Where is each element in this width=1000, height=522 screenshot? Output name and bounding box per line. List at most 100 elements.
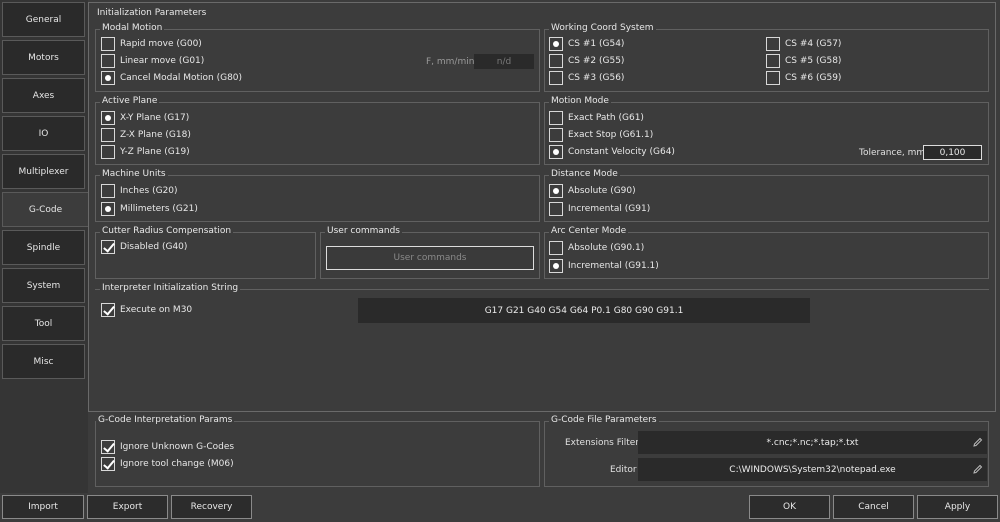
- tab-general[interactable]: General: [2, 2, 85, 37]
- import-button[interactable]: Import: [2, 495, 84, 519]
- radio-off-icon: [549, 241, 563, 255]
- radio-on-icon: [101, 202, 115, 216]
- rapid-move-radio[interactable]: Rapid move (G00): [101, 37, 202, 51]
- tab-io[interactable]: IO: [2, 116, 85, 151]
- execute-on-m30-checkbox[interactable]: Execute on M30: [101, 303, 192, 317]
- working-coord-system-title: Working Coord System: [549, 23, 656, 33]
- incremental-g91-1-radio[interactable]: Incremental (G91.1): [549, 259, 659, 273]
- ignore-unknown-gcodes-checkbox[interactable]: Ignore Unknown G-Codes: [101, 440, 234, 454]
- absolute-g90-1-label: Absolute (G90.1): [568, 243, 645, 253]
- constant-velocity-label: Constant Velocity (G64): [568, 147, 675, 157]
- cs5-label: CS #5 (G58): [785, 56, 842, 66]
- pencil-icon[interactable]: [973, 464, 983, 474]
- apply-button[interactable]: Apply: [917, 495, 998, 519]
- cs3-radio[interactable]: CS #3 (G56): [549, 71, 624, 85]
- radio-off-icon: [766, 37, 780, 51]
- incremental-g91-1-label: Incremental (G91.1): [568, 261, 659, 271]
- extensions-filter-value: *.cnc;*.nc;*.tap;*.txt: [766, 437, 859, 448]
- radio-off-icon: [549, 54, 563, 68]
- checkmark-icon: [101, 240, 115, 254]
- checkmark-icon: [101, 303, 115, 317]
- cs4-radio[interactable]: CS #4 (G57): [766, 37, 841, 51]
- millimeters-radio[interactable]: Millimeters (G21): [101, 202, 198, 216]
- constant-velocity-radio[interactable]: Constant Velocity (G64): [549, 145, 675, 159]
- disabled-g40-checkbox[interactable]: Disabled (G40): [101, 240, 187, 254]
- radio-off-icon: [101, 128, 115, 142]
- millimeters-label: Millimeters (G21): [120, 204, 198, 214]
- tab-motors[interactable]: Motors: [2, 40, 85, 75]
- cs4-label: CS #4 (G57): [785, 39, 842, 49]
- feed-input[interactable]: n/d: [474, 54, 534, 69]
- radio-off-icon: [101, 54, 115, 68]
- radio-off-icon: [101, 145, 115, 159]
- tab-misc[interactable]: Misc: [2, 344, 85, 379]
- exact-stop-radio[interactable]: Exact Stop (G61.1): [549, 128, 653, 142]
- tab-multiplexer[interactable]: Multiplexer: [2, 154, 85, 189]
- radio-off-icon: [549, 71, 563, 85]
- cs1-radio[interactable]: CS #1 (G54): [549, 37, 624, 51]
- cancel-modal-motion-radio[interactable]: Cancel Modal Motion (G80): [101, 71, 242, 85]
- sidebar: General Motors Axes IO Multiplexer G-Cod…: [0, 0, 88, 493]
- exact-stop-label: Exact Stop (G61.1): [568, 130, 654, 140]
- tab-spindle[interactable]: Spindle: [2, 230, 85, 265]
- xy-plane-radio[interactable]: X-Y Plane (G17): [101, 111, 189, 125]
- ok-button[interactable]: OK: [749, 495, 830, 519]
- execute-on-m30-label: Execute on M30: [120, 305, 193, 315]
- editor-value: C:\WINDOWS\System32\notepad.exe: [729, 464, 896, 475]
- zx-plane-radio[interactable]: Z-X Plane (G18): [101, 128, 191, 142]
- checkmark-icon: [101, 440, 115, 454]
- recovery-button[interactable]: Recovery: [171, 495, 252, 519]
- exact-path-label: Exact Path (G61): [568, 113, 644, 123]
- user-commands-title: User commands: [325, 226, 402, 236]
- radio-off-icon: [101, 37, 115, 51]
- cancel-button[interactable]: Cancel: [833, 495, 914, 519]
- radio-on-icon: [549, 37, 563, 51]
- active-plane-title: Active Plane: [100, 96, 160, 106]
- exact-path-radio[interactable]: Exact Path (G61): [549, 111, 644, 125]
- tab-axes[interactable]: Axes: [2, 78, 85, 113]
- inches-radio[interactable]: Inches (G20): [101, 184, 178, 198]
- user-commands-button[interactable]: User commands: [326, 246, 534, 270]
- export-button[interactable]: Export: [87, 495, 168, 519]
- pencil-icon[interactable]: [973, 437, 983, 447]
- cs6-label: CS #6 (G59): [785, 73, 842, 83]
- radio-off-icon: [549, 128, 563, 142]
- absolute-g90-1-radio[interactable]: Absolute (G90.1): [549, 241, 644, 255]
- zx-plane-label: Z-X Plane (G18): [120, 130, 191, 140]
- editor-input[interactable]: C:\WINDOWS\System32\notepad.exe: [638, 458, 987, 481]
- yz-plane-label: Y-Z Plane (G19): [120, 147, 190, 157]
- cs2-radio[interactable]: CS #2 (G55): [549, 54, 624, 68]
- radio-off-icon: [766, 71, 780, 85]
- yz-plane-radio[interactable]: Y-Z Plane (G19): [101, 145, 190, 159]
- cs5-radio[interactable]: CS #5 (G58): [766, 54, 841, 68]
- tab-tool[interactable]: Tool: [2, 306, 85, 341]
- radio-off-icon: [101, 184, 115, 198]
- modal-motion-title: Modal Motion: [100, 23, 165, 33]
- interpretation-params-title: G-Code Interpretation Params: [96, 415, 235, 425]
- absolute-g90-radio[interactable]: Absolute (G90): [549, 184, 636, 198]
- radio-on-icon: [101, 111, 115, 125]
- incremental-g91-radio[interactable]: Incremental (G91): [549, 202, 650, 216]
- cutter-radius-title: Cutter Radius Compensation: [100, 226, 234, 236]
- linear-move-label: Linear move (G01): [120, 56, 205, 66]
- init-string-input[interactable]: G17 G21 G40 G54 G64 P0.1 G80 G90 G91.1: [358, 298, 810, 323]
- checkmark-icon: [101, 457, 115, 471]
- file-params-title: G-Code File Parameters: [549, 415, 659, 425]
- cs6-radio[interactable]: CS #6 (G59): [766, 71, 841, 85]
- tolerance-input[interactable]: 0,100: [923, 145, 982, 160]
- radio-off-icon: [766, 54, 780, 68]
- tab-system[interactable]: System: [2, 268, 85, 303]
- absolute-g90-label: Absolute (G90): [568, 186, 636, 196]
- extensions-filter-input[interactable]: *.cnc;*.nc;*.tap;*.txt: [638, 431, 987, 454]
- editor-label: Editor: [610, 465, 637, 475]
- disabled-g40-label: Disabled (G40): [120, 242, 188, 252]
- arc-center-mode-title: Arc Center Mode: [549, 226, 629, 236]
- tab-gcode[interactable]: G-Code: [2, 192, 88, 227]
- linear-move-radio[interactable]: Linear move (G01): [101, 54, 204, 68]
- inches-label: Inches (G20): [120, 186, 178, 196]
- distance-mode-title: Distance Mode: [549, 169, 620, 179]
- incremental-g91-label: Incremental (G91): [568, 204, 651, 214]
- ignore-tool-change-checkbox[interactable]: Ignore tool change (M06): [101, 457, 234, 471]
- cancel-modal-motion-label: Cancel Modal Motion (G80): [120, 73, 243, 83]
- radio-on-icon: [549, 184, 563, 198]
